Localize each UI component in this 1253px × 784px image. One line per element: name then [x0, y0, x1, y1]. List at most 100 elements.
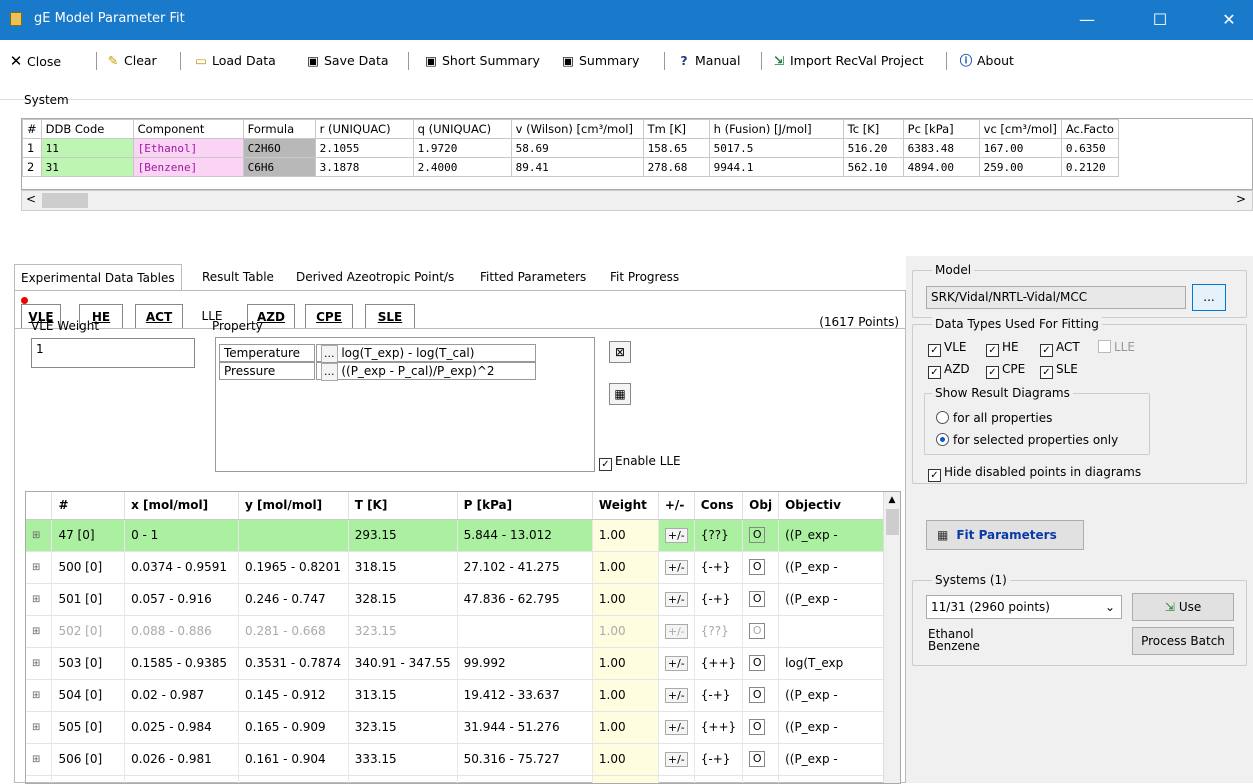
grid-cell[interactable]: 99.992 [457, 647, 592, 679]
calculator-icon[interactable]: ▦ [609, 383, 631, 405]
use-button[interactable]: ⇲Use [1132, 593, 1234, 621]
grid-cell[interactable]: 50.316 - 75.727 [457, 743, 592, 775]
system-cell[interactable]: 1 [23, 139, 42, 158]
grid-cell[interactable]: log(T_exp [779, 647, 885, 679]
expand-icon[interactable]: ⊞ [26, 583, 52, 615]
grid-cell[interactable]: ((P_exp - [779, 583, 885, 615]
grid-cell[interactable]: 47 [0] [52, 519, 125, 551]
radio-selected-properties[interactable]: for selected properties only [936, 433, 1118, 447]
grid-cell[interactable]: 27.102 - 41.275 [457, 551, 592, 583]
system-cell[interactable]: C2H6O [243, 139, 315, 158]
grid-cell[interactable]: 1.00 [592, 711, 658, 743]
system-cell[interactable]: 4894.00 [903, 158, 979, 177]
scroll-right-arrow[interactable]: > [1236, 192, 1246, 206]
plus-minus-button[interactable]: +/- [665, 752, 688, 767]
system-column-header[interactable]: Tc [K] [843, 120, 903, 139]
system-cell[interactable]: 1.9720 [413, 139, 511, 158]
close-window-button[interactable]: ✕ [1206, 0, 1252, 40]
objective-button[interactable]: O [749, 623, 765, 639]
table-row[interactable]: ⊞506 [0]0.026 - 0.9810.161 - 0.904333.15… [26, 743, 885, 775]
vertical-scrollbar[interactable]: ▲ [883, 492, 900, 784]
grid-cell[interactable]: {++} [694, 647, 742, 679]
grid-cell[interactable]: 0.026 - 0.981 [125, 743, 239, 775]
load-data-button[interactable]: ▭Load Data [193, 50, 276, 72]
grid-cell[interactable]: 1.00 [592, 647, 658, 679]
objective-button[interactable]: O [749, 719, 765, 735]
type-cpe-checkbox[interactable]: ✓CPE [986, 362, 1025, 379]
type-act-checkbox[interactable]: ✓ACT [1040, 340, 1080, 357]
grid-cell[interactable]: 313.15 [348, 679, 457, 711]
grid-cell[interactable]: ((P_exp - [779, 551, 885, 583]
grid-cell[interactable]: {-+} [694, 551, 742, 583]
grid-cell[interactable]: 502 [0] [52, 615, 125, 647]
grid-cell[interactable]: 500 [0] [52, 551, 125, 583]
system-column-header[interactable]: vc [cm³/mol] [979, 120, 1061, 139]
grid-cell[interactable]: {??} [694, 519, 742, 551]
system-cell[interactable]: C6H6 [243, 158, 315, 177]
grid-cell[interactable]: O [743, 647, 779, 679]
type-he-checkbox[interactable]: ✓HE [986, 340, 1019, 357]
expand-icon[interactable]: ⊞ [26, 679, 52, 711]
grid-cell[interactable]: 0.246 - 0.747 [239, 583, 349, 615]
grid-cell[interactable]: 1.00 [592, 583, 658, 615]
grid-cell[interactable] [239, 519, 349, 551]
grid-cell[interactable]: {-+} [694, 583, 742, 615]
grid-cell[interactable]: 1.00 [592, 679, 658, 711]
grid-cell[interactable]: 0.3531 - 0.7874 [239, 647, 349, 679]
grid-cell[interactable]: 323.15 [348, 615, 457, 647]
system-column-header[interactable]: Ac.Facto [1061, 120, 1118, 139]
system-cell[interactable]: 89.41 [511, 158, 643, 177]
tab-result-table[interactable]: Result Table [196, 264, 280, 291]
grid-column-header[interactable]: # [52, 492, 125, 519]
expand-icon[interactable]: ⊞ [26, 519, 52, 551]
system-column-header[interactable]: v (Wilson) [cm³/mol] [511, 120, 643, 139]
systems-select[interactable]: 11/31 (2960 points)⌄ [926, 595, 1122, 619]
grid-cell[interactable]: O [743, 551, 779, 583]
grid-column-header[interactable]: Weight [592, 492, 658, 519]
grid-cell[interactable]: 504 [0] [52, 679, 125, 711]
objective-button[interactable]: O [749, 559, 765, 575]
grid-cell[interactable]: 506 [0] [52, 743, 125, 775]
system-cell[interactable]: 0.6350 [1061, 139, 1118, 158]
table-row[interactable]: ⊞503 [0]0.1585 - 0.93850.3531 - 0.787434… [26, 647, 885, 679]
grid-cell[interactable]: 0.0374 - 0.9591 [125, 551, 239, 583]
maximize-button[interactable]: ☐ [1137, 0, 1183, 40]
data-grid[interactable]: #x [mol/mol]y [mol/mol]T [K]P [kPa]Weigh… [25, 491, 901, 784]
grid-cell[interactable]: 505 [0] [52, 711, 125, 743]
system-cell[interactable]: 278.68 [643, 158, 709, 177]
plus-minus-button[interactable]: +/- [665, 560, 688, 575]
grid-column-header[interactable]: Obj [743, 492, 779, 519]
fit-parameters-button[interactable]: ▦Fit Parameters [926, 520, 1084, 550]
save-data-button[interactable]: ▣Save Data [305, 50, 389, 72]
type-vle-checkbox[interactable]: ✓VLE [928, 340, 966, 357]
grid-column-header[interactable]: T [K] [348, 492, 457, 519]
grid-cell[interactable]: 31.944 - 51.276 [457, 711, 592, 743]
grid-cell[interactable]: 0.057 - 0.916 [125, 583, 239, 615]
grid-cell[interactable]: O [743, 519, 779, 551]
system-cell[interactable]: 0.2120 [1061, 158, 1118, 177]
grid-column-header[interactable]: +/- [658, 492, 694, 519]
system-column-header[interactable]: Tm [K] [643, 120, 709, 139]
objective-button[interactable]: O [749, 591, 765, 607]
edit-objective-button[interactable]: ... [321, 345, 338, 363]
subtab-act[interactable]: ACT [135, 304, 183, 329]
grid-cell[interactable]: 1.00 [592, 743, 658, 775]
grid-cell[interactable]: 5.844 - 13.012 [457, 519, 592, 551]
grid-cell[interactable]: 19.412 - 33.637 [457, 679, 592, 711]
scroll-thumb[interactable] [42, 193, 88, 208]
system-cell[interactable]: [Benzene] [133, 158, 243, 177]
grid-cell[interactable] [457, 615, 592, 647]
type-sle-checkbox[interactable]: ✓SLE [1040, 362, 1078, 379]
grid-cell[interactable]: 47.836 - 62.795 [457, 583, 592, 615]
scroll-up-arrow[interactable]: ▲ [884, 495, 900, 505]
manual-button[interactable]: ?Manual [676, 50, 740, 72]
objective-temperature[interactable]: ... log(T_exp) - log(T_cal) [316, 344, 536, 362]
process-batch-button[interactable]: Process Batch [1132, 627, 1234, 655]
grid-cell[interactable]: 0.145 - 0.912 [239, 679, 349, 711]
grid-cell[interactable]: 1.00 [592, 615, 658, 647]
grid-cell[interactable]: O [743, 583, 779, 615]
vle-weight-input[interactable]: 1 [31, 338, 195, 368]
grid-cell[interactable]: O [743, 679, 779, 711]
grid-cell[interactable]: {-+} [694, 679, 742, 711]
grid-column-header[interactable]: P [kPa] [457, 492, 592, 519]
